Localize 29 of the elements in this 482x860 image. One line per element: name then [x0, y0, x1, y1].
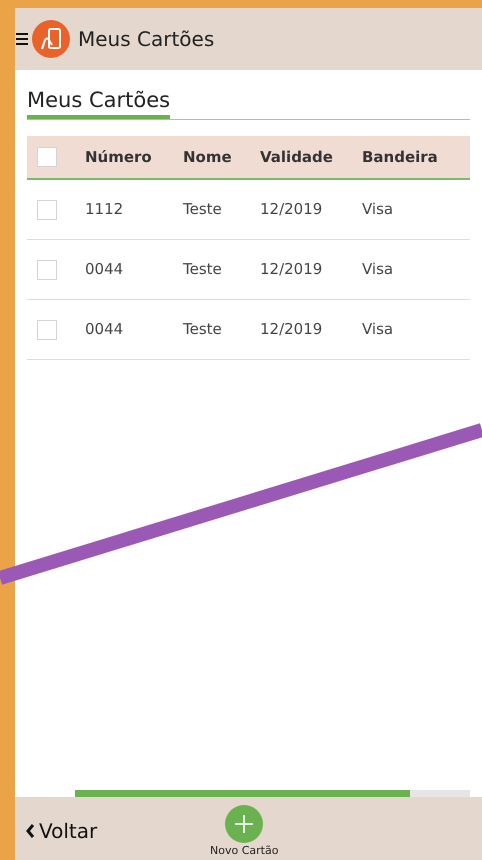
chevron-left-icon	[25, 823, 35, 839]
table-cell-text: 0044	[85, 259, 124, 280]
app-logo-icon	[32, 20, 70, 58]
checkbox[interactable]	[37, 320, 57, 340]
column-header: Validade	[260, 146, 334, 168]
column-header: Bandeira	[362, 146, 439, 168]
table-cell-text: 0044	[85, 319, 124, 340]
checkbox[interactable]	[37, 200, 57, 220]
header-title: Meus Cartões	[78, 26, 214, 53]
checkbox[interactable]	[37, 260, 57, 280]
column-header: Número	[85, 146, 153, 168]
menu-icon[interactable]	[16, 32, 28, 46]
new-card-button[interactable]: Novo Cartão	[210, 804, 278, 859]
table-cell-text: 12/2019	[260, 199, 324, 220]
table-cell-text: Teste	[183, 199, 223, 220]
table-cell-text: 12/2019	[260, 319, 324, 340]
scrollbar-thumb[interactable]	[75, 790, 410, 797]
checkbox[interactable]	[37, 147, 57, 167]
back-button[interactable]: Voltar	[25, 816, 98, 846]
plus-icon	[225, 804, 264, 842]
table-cell-text: Teste	[183, 259, 223, 280]
table-cell-text: Visa	[362, 199, 394, 220]
page-title: Meus Cartões	[27, 86, 170, 119]
column-header: Nome	[183, 146, 233, 168]
table-cell-text: Visa	[362, 319, 394, 340]
table-cell-text: 12/2019	[260, 259, 324, 280]
table-cell-text: 1112	[85, 199, 124, 220]
table-cell-text: Visa	[362, 259, 394, 280]
table-cell-text: Teste	[183, 319, 223, 340]
